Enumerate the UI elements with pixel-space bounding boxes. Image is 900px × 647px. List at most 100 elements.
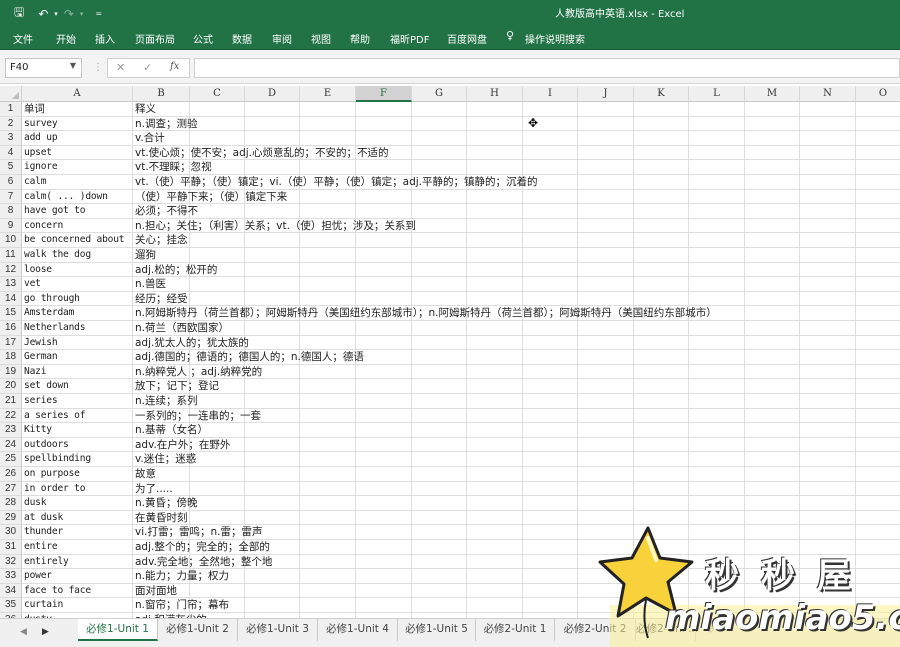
cell-word[interactable]: calm( ... )down xyxy=(24,190,108,205)
row-header[interactable]: 18 xyxy=(0,350,22,365)
cell-definition[interactable]: 经历；经受 xyxy=(135,292,188,307)
cell-definition[interactable]: adj.犹太人的；犹太族的 xyxy=(135,336,249,351)
row-header[interactable]: 5 xyxy=(0,160,22,175)
cell-word[interactable]: power xyxy=(24,569,52,584)
column-header-j[interactable]: J xyxy=(578,86,634,102)
cell-definition[interactable]: vt.不理睬；忽视 xyxy=(135,160,212,175)
cell-word[interactable]: thunder xyxy=(24,525,63,540)
cell-word[interactable]: spellbinding xyxy=(24,452,91,467)
row-header[interactable]: 24 xyxy=(0,437,22,453)
row-header[interactable]: 4 xyxy=(0,145,22,161)
insert-function-icon[interactable]: fx xyxy=(170,61,179,72)
formula-input[interactable] xyxy=(194,58,900,78)
column-header-m[interactable]: M xyxy=(745,86,800,102)
save-icon[interactable]: 🖫 xyxy=(14,3,24,24)
cell-definition[interactable]: n.担心；关住；（利害）关系；vt.（使）担忧；涉及；关系到 xyxy=(135,219,416,234)
row-header[interactable]: 2 xyxy=(0,116,22,132)
cell-definition[interactable]: 释义 xyxy=(135,102,156,117)
row-header[interactable]: 8 xyxy=(0,204,22,219)
tell-me-search[interactable]: 操作说明搜索 xyxy=(525,31,585,46)
cell-definition[interactable]: 故意 xyxy=(135,467,156,482)
cell-definition[interactable]: vt.（使）平静；（使）镇定；vi.（使）平静；（使）镇定；adj.平静的；镇静… xyxy=(135,175,538,190)
tab-foxit-pdf[interactable]: 福昕PDF xyxy=(390,31,429,46)
tab-baidu-netdisk[interactable]: 百度网盘 xyxy=(447,31,487,46)
cell-definition[interactable]: adv.完全地；全然地；整个地 xyxy=(135,555,272,570)
cell-definition[interactable]: n.兽医 xyxy=(135,277,166,292)
sheet-tab[interactable]: 必修2-Uni ... xyxy=(636,619,698,641)
sheet-tab[interactable]: 必修1-Unit 3 xyxy=(238,619,318,641)
row-header[interactable]: 12 xyxy=(0,262,22,278)
row-header[interactable]: 21 xyxy=(0,394,22,409)
cell-word[interactable]: entire xyxy=(24,540,58,555)
row-header[interactable]: 26 xyxy=(0,467,22,482)
cell-word[interactable]: survey xyxy=(24,117,58,132)
tab-file[interactable]: 文件 xyxy=(13,31,33,46)
cell-word[interactable]: on purpose xyxy=(24,467,80,482)
tab-data[interactable]: 数据 xyxy=(232,31,252,46)
cell-definition[interactable]: n.基蒂（女名） xyxy=(135,423,208,438)
tab-view[interactable]: 视图 xyxy=(311,31,331,46)
sheet-tab[interactable]: 必修2-Unit 1 xyxy=(476,619,555,641)
row-header[interactable]: 27 xyxy=(0,481,22,497)
cell-word[interactable]: ignore xyxy=(24,160,58,175)
row-header[interactable]: 7 xyxy=(0,189,22,205)
row-header[interactable]: 17 xyxy=(0,335,22,351)
select-all-button[interactable] xyxy=(0,86,22,102)
cell-word[interactable]: German xyxy=(24,350,58,365)
cell-definition[interactable]: 为了..... xyxy=(135,482,173,497)
column-header-f[interactable]: F xyxy=(356,86,412,102)
row-header[interactable]: 10 xyxy=(0,233,22,248)
chevron-down-icon[interactable]: ▼ xyxy=(70,61,76,70)
name-box[interactable]: F40 ▼ xyxy=(5,58,82,78)
cell-word[interactable]: in order to xyxy=(24,482,86,497)
row-header[interactable]: 14 xyxy=(0,291,22,307)
column-header-i[interactable]: I xyxy=(523,86,578,102)
sheet-tab[interactable]: 必修2-Unit 2 xyxy=(555,619,636,641)
cell-word[interactable]: face to face xyxy=(24,584,91,599)
cell-definition[interactable]: n.调查；测验 xyxy=(135,117,198,132)
row-header[interactable]: 22 xyxy=(0,408,22,424)
cell-word[interactable]: outdoors xyxy=(24,438,69,453)
row-header[interactable]: 20 xyxy=(0,379,22,394)
customize-icon[interactable]: = xyxy=(95,9,102,18)
row-header[interactable]: 11 xyxy=(0,248,22,263)
cell-definition[interactable]: 必须；不得不 xyxy=(135,204,198,219)
cell-word[interactable]: set down xyxy=(24,379,69,394)
cell-word[interactable]: loose xyxy=(24,263,52,278)
cell-word[interactable]: upset xyxy=(24,146,52,161)
cell-word[interactable]: series xyxy=(24,394,58,409)
lightbulb-icon[interactable]: ♀ xyxy=(506,29,514,42)
cell-definition[interactable]: （使）平静下来；（使）镇定下来 xyxy=(135,190,287,205)
cell-word[interactable]: Nazi xyxy=(24,365,47,380)
row-header[interactable]: 29 xyxy=(0,510,22,526)
cell-word[interactable]: Jewish xyxy=(24,336,58,351)
cell-definition[interactable]: v.合计 xyxy=(135,131,165,146)
column-header-c[interactable]: C xyxy=(190,86,245,102)
formula-bar-grip[interactable]: ⋮ xyxy=(93,62,103,73)
cell-word[interactable]: 单词 xyxy=(24,102,45,117)
add-sheet-icon[interactable]: ⊕ xyxy=(700,619,720,641)
cell-definition[interactable]: 一系列的；一连串的；一套 xyxy=(135,409,261,424)
scroll-left-icon[interactable]: ◀ xyxy=(20,627,27,637)
row-header[interactable]: 3 xyxy=(0,131,22,146)
tab-formulas[interactable]: 公式 xyxy=(193,31,213,46)
row-header[interactable]: 31 xyxy=(0,540,22,555)
cell-definition[interactable]: 在黄昏时刻 xyxy=(135,511,188,526)
scroll-right-icon[interactable]: ▶ xyxy=(42,627,49,637)
row-header[interactable]: 1 xyxy=(0,102,22,117)
row-header[interactable]: 32 xyxy=(0,554,22,570)
cell-definition[interactable]: vt.使心烦；使不安；adj.心烦意乱的；不安的；不适的 xyxy=(135,146,389,161)
tab-home[interactable]: 开始 xyxy=(56,31,76,46)
cell-word[interactable]: walk the dog xyxy=(24,248,91,263)
row-header[interactable]: 28 xyxy=(0,496,22,511)
cell-word[interactable]: have got to xyxy=(24,204,86,219)
cell-definition[interactable]: adv.在户外；在野外 xyxy=(135,438,230,453)
enter-icon[interactable]: ✓ xyxy=(143,61,152,74)
column-header-h[interactable]: H xyxy=(467,86,523,102)
sheet-tab[interactable]: 必修1-Unit 2 xyxy=(158,619,238,641)
cell-definition[interactable]: adj.松的；松开的 xyxy=(135,263,217,278)
cell-definition[interactable]: n.黄昏；傍晚 xyxy=(135,496,198,511)
cell-word[interactable]: Netherlands xyxy=(24,321,86,336)
row-header[interactable]: 30 xyxy=(0,525,22,540)
row-header[interactable]: 19 xyxy=(0,364,22,380)
